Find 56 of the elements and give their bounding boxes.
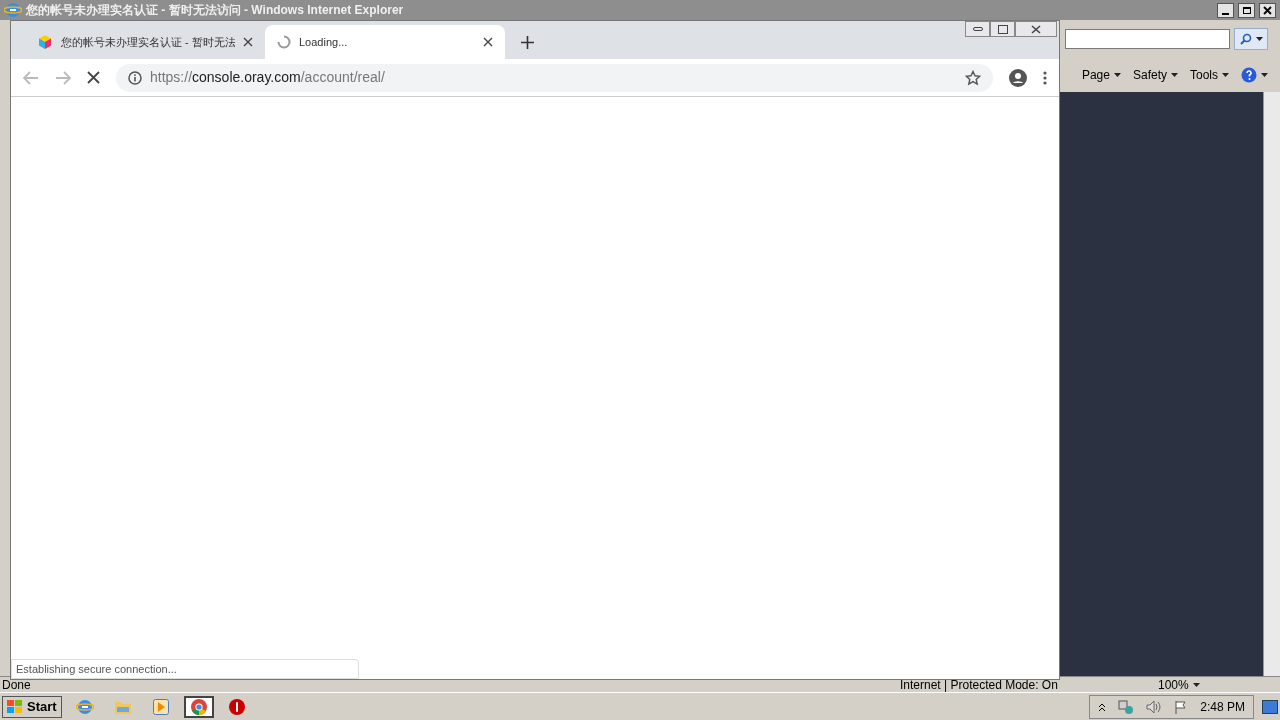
caret-icon: [1113, 73, 1121, 77]
connection-status: Establishing secure connection...: [11, 659, 359, 679]
globe-e-icon: [75, 697, 94, 716]
play-icon: [152, 698, 169, 715]
status-text: Done: [2, 676, 32, 694]
zone-status: Internet | Protected Mode: On: [900, 676, 1059, 694]
window-title: 您的帐号未办理实名认证 - 暂时无法访问 - Windows Internet Explorer: [26, 2, 404, 19]
close-icon[interactable]: [243, 37, 253, 47]
windows-logo: [7, 699, 23, 714]
search-field[interactable]: [1065, 29, 1230, 49]
star-icon[interactable]: [965, 69, 981, 86]
flag-icon: [1174, 699, 1189, 714]
close-button[interactable]: [1259, 2, 1276, 18]
speaker-icon: [1146, 699, 1163, 714]
menu-icon[interactable]: [1043, 70, 1047, 85]
search-icon: [1239, 33, 1252, 45]
browser-tab[interactable]: Loading...: [265, 25, 505, 59]
zoom-menu[interactable]: 100%: [1158, 675, 1200, 694]
close-icon: [1263, 5, 1272, 15]
tab-title: Loading...: [299, 34, 349, 50]
command-menu[interactable]: Tools: [1190, 66, 1229, 84]
chrome-icon: [190, 698, 207, 715]
caret-icon: [1222, 73, 1229, 77]
minimize-button[interactable]: [965, 21, 990, 37]
stop-icon: [228, 698, 245, 715]
restore-button[interactable]: [1238, 2, 1255, 18]
scrollbar[interactable]: [1263, 92, 1280, 676]
url-text: https://console.oray.com/account/real/: [150, 68, 386, 87]
new-tab-icon[interactable]: [521, 36, 534, 49]
tab-title: 您的帐号未办理实名认证 - 暂时无法: [61, 34, 235, 50]
restore-button[interactable]: [990, 21, 1015, 37]
close-button[interactable]: [1015, 21, 1057, 37]
address-bar[interactable]: https://console.oray.com/account/real/: [116, 63, 993, 92]
info-icon: [128, 70, 142, 85]
caret-icon: [1255, 37, 1263, 41]
caret-icon: [1192, 682, 1200, 687]
caret-icon: [1261, 73, 1268, 77]
command-menu[interactable]: Safety: [1132, 66, 1178, 84]
network-icon: [1118, 699, 1135, 714]
command-menu[interactable]: Page: [1081, 66, 1121, 84]
browser-tab[interactable]: 您的帐号未办理实名认证 - 暂时无法: [25, 25, 265, 59]
close-icon: [1031, 24, 1041, 34]
stop-icon[interactable]: [87, 71, 100, 84]
caret-icon: [1171, 73, 1178, 77]
help-icon: [1241, 67, 1257, 83]
minimize-button[interactable]: [1217, 2, 1234, 18]
chevron-icon: [1098, 701, 1107, 712]
help-button[interactable]: [1241, 67, 1268, 83]
taskbar-app[interactable]: [183, 695, 214, 718]
account-icon[interactable]: [1009, 68, 1027, 87]
clock: 2:48 PM: [1200, 698, 1245, 716]
show-desktop-button[interactable]: [1262, 699, 1278, 714]
start-button[interactable]: Start: [2, 695, 62, 718]
search-button[interactable]: [1234, 28, 1268, 50]
close-icon[interactable]: [483, 37, 493, 47]
globe-e-icon: [4, 1, 22, 19]
